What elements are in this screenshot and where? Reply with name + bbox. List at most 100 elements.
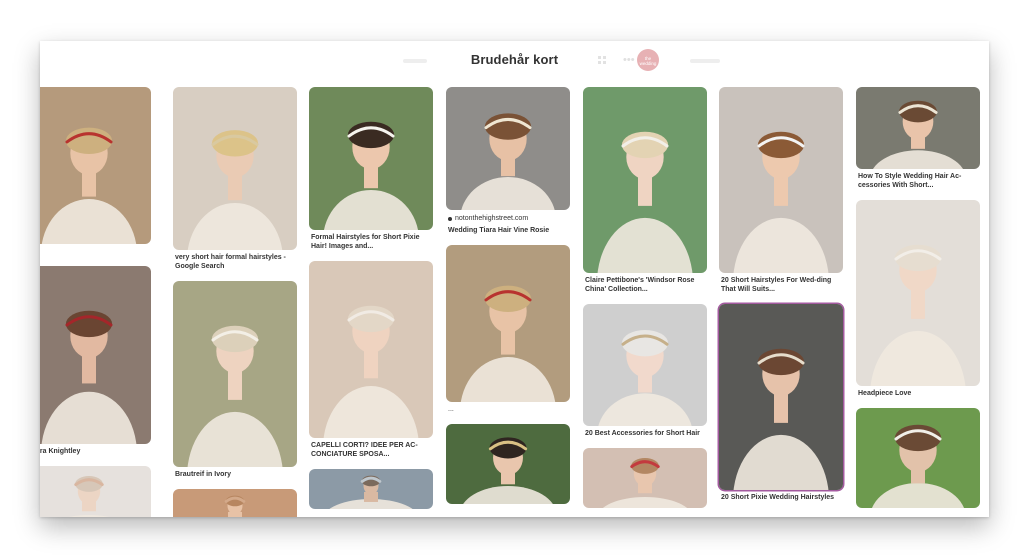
pin-caption: ...: [40, 244, 151, 256]
pin-photo: [40, 266, 151, 444]
pin-card[interactable]: 20 Best Accessories for Short Hair: [583, 304, 707, 438]
pin-card[interactable]: [583, 448, 707, 508]
avatar[interactable]: the wedding: [637, 49, 659, 71]
pin-image[interactable]: [446, 245, 570, 402]
pin-photo: [173, 87, 297, 250]
pin-caption[interactable]: Wedding Tiara Hair Vine Rosie: [446, 223, 570, 235]
pin-caption[interactable]: 20 Short Hairstyles For Wed-ding That Wi…: [719, 273, 843, 294]
pin-image[interactable]: [173, 489, 297, 517]
pin-caption[interactable]: 20 Short Pixie Wedding Hairstyles: [719, 490, 843, 502]
photo-hair: [65, 127, 113, 155]
pin-image[interactable]: [856, 408, 980, 508]
photo-hair: [484, 113, 532, 140]
pin-photo: [583, 448, 707, 508]
pin-caption[interactable]: Brautreif in Ivory: [173, 467, 297, 479]
pin-photo: [173, 489, 297, 517]
pin-caption[interactable]: CAPELLI CORTI? IDEE PER AC-CONCIATURE SP…: [309, 438, 433, 459]
photo-hair: [65, 310, 113, 338]
ellipsis-icon[interactable]: •••: [623, 55, 635, 66]
pin-image[interactable]: [309, 261, 433, 438]
pin-image[interactable]: [583, 304, 707, 426]
pin-caption[interactable]: Keira Knightley: [40, 444, 151, 456]
pin-image[interactable]: [856, 87, 980, 169]
pin-photo: [309, 87, 433, 230]
pin-caption[interactable]: very short hair formal hairstyles - Goog…: [173, 250, 297, 271]
photo-hair: [899, 100, 937, 123]
pin-photo: [446, 87, 570, 210]
pin-image[interactable]: [856, 200, 980, 386]
pin-card[interactable]: Formal Hairstyles for Short Pixie Hair! …: [309, 87, 433, 251]
pin-photo: [856, 408, 980, 508]
pin-image[interactable]: [446, 87, 570, 210]
pin-image[interactable]: [583, 87, 707, 273]
pin-card[interactable]: ...: [40, 87, 151, 256]
pin-photo: [583, 304, 707, 426]
pin-column: Formal Hairstyles for Short Pixie Hair! …: [309, 87, 433, 517]
pin-card[interactable]: 20 Short Hairstyles For Wed-ding That Wi…: [719, 87, 843, 294]
pin-photo: [309, 261, 433, 438]
pin-photo: [309, 469, 433, 509]
pin-card[interactable]: CAPELLI CORTI? IDEE PER AC-CONCIATURE SP…: [309, 261, 433, 459]
pin-image[interactable]: [173, 87, 297, 250]
pin-photo: [446, 245, 570, 402]
pin-image[interactable]: [309, 469, 433, 509]
pin-photo: [40, 466, 151, 517]
pin-column: ... Keira Knightley: [40, 87, 151, 517]
pin-card[interactable]: [40, 466, 151, 517]
pin-card[interactable]: Keira Knightley: [40, 266, 151, 456]
pin-card[interactable]: 20 Short Pixie Wedding Hairstyles: [719, 304, 843, 502]
pin-caption[interactable]: Headpiece Love: [856, 386, 980, 398]
board-title: Brudehår kort: [470, 52, 559, 67]
pin-image[interactable]: [719, 304, 843, 490]
pin-source[interactable]: notonthehighstreet.com: [446, 210, 570, 223]
pin-photo: [719, 87, 843, 273]
photo-hair: [484, 285, 532, 313]
pin-image[interactable]: [173, 281, 297, 467]
photo-hair: [211, 325, 259, 353]
photo-hair: [757, 348, 805, 376]
pin-image[interactable]: [40, 266, 151, 444]
pin-card[interactable]: How To Style Wedding Hair Ac-cessories W…: [856, 87, 980, 190]
pin-card[interactable]: Claire Pettibone's 'Windsor Rose China' …: [583, 87, 707, 294]
pin-card[interactable]: Headpiece Love: [856, 200, 980, 398]
pin-photo: [173, 281, 297, 467]
pin-caption[interactable]: Formal Hairstyles for Short Pixie Hair! …: [309, 230, 433, 251]
pin-photo: [719, 304, 843, 490]
photo-hair: [621, 131, 669, 159]
photo-hair: [894, 424, 942, 452]
pin-photo: [856, 200, 980, 386]
pin-caption[interactable]: 20 Best Accessories for Short Hair: [583, 426, 707, 438]
pin-card[interactable]: [173, 489, 297, 517]
pin-image[interactable]: [583, 448, 707, 508]
pin-card[interactable]: notonthehighstreet.com Wedding Tiara Hair…: [446, 87, 570, 235]
photo-hair: [894, 244, 942, 272]
pin-card[interactable]: very short hair formal hairstyles - Goog…: [173, 87, 297, 271]
photo-hair: [211, 130, 259, 157]
pin-image[interactable]: [446, 424, 570, 504]
pin-caption[interactable]: How To Style Wedding Hair Ac-cessories W…: [856, 169, 980, 190]
pin-photo: [40, 87, 151, 244]
pin-image[interactable]: [309, 87, 433, 230]
pin-card[interactable]: [446, 424, 570, 504]
photo-hair: [757, 131, 805, 159]
pin-column: very short hair formal hairstyles - Goog…: [173, 87, 297, 517]
pin-card[interactable]: [309, 469, 433, 509]
pin-image[interactable]: [719, 87, 843, 273]
pin-column: 20 Short Hairstyles For Wed-ding That Wi…: [719, 87, 843, 512]
avatar-text: the wedding: [639, 56, 657, 66]
pin-image[interactable]: [40, 466, 151, 517]
board-header: Brudehår kort ••• the wedding: [40, 41, 989, 81]
pin-source-text: notonthehighstreet.com: [455, 215, 529, 222]
photo-hair: [347, 121, 395, 149]
pin-image[interactable]: [40, 87, 151, 244]
source-icon: [448, 216, 452, 221]
pin-card[interactable]: Brautreif in Ivory: [173, 281, 297, 479]
pin-caption[interactable]: Claire Pettibone's 'Windsor Rose China' …: [583, 273, 707, 294]
pin-card[interactable]: [856, 408, 980, 508]
photo-hair: [489, 437, 527, 459]
pin-photo: [446, 424, 570, 504]
pin-column: Claire Pettibone's 'Windsor Rose China' …: [583, 87, 707, 517]
grid-icon[interactable]: [598, 56, 606, 64]
pin-column: How To Style Wedding Hair Ac-cessories W…: [856, 87, 980, 517]
pin-card[interactable]: ...: [446, 245, 570, 414]
